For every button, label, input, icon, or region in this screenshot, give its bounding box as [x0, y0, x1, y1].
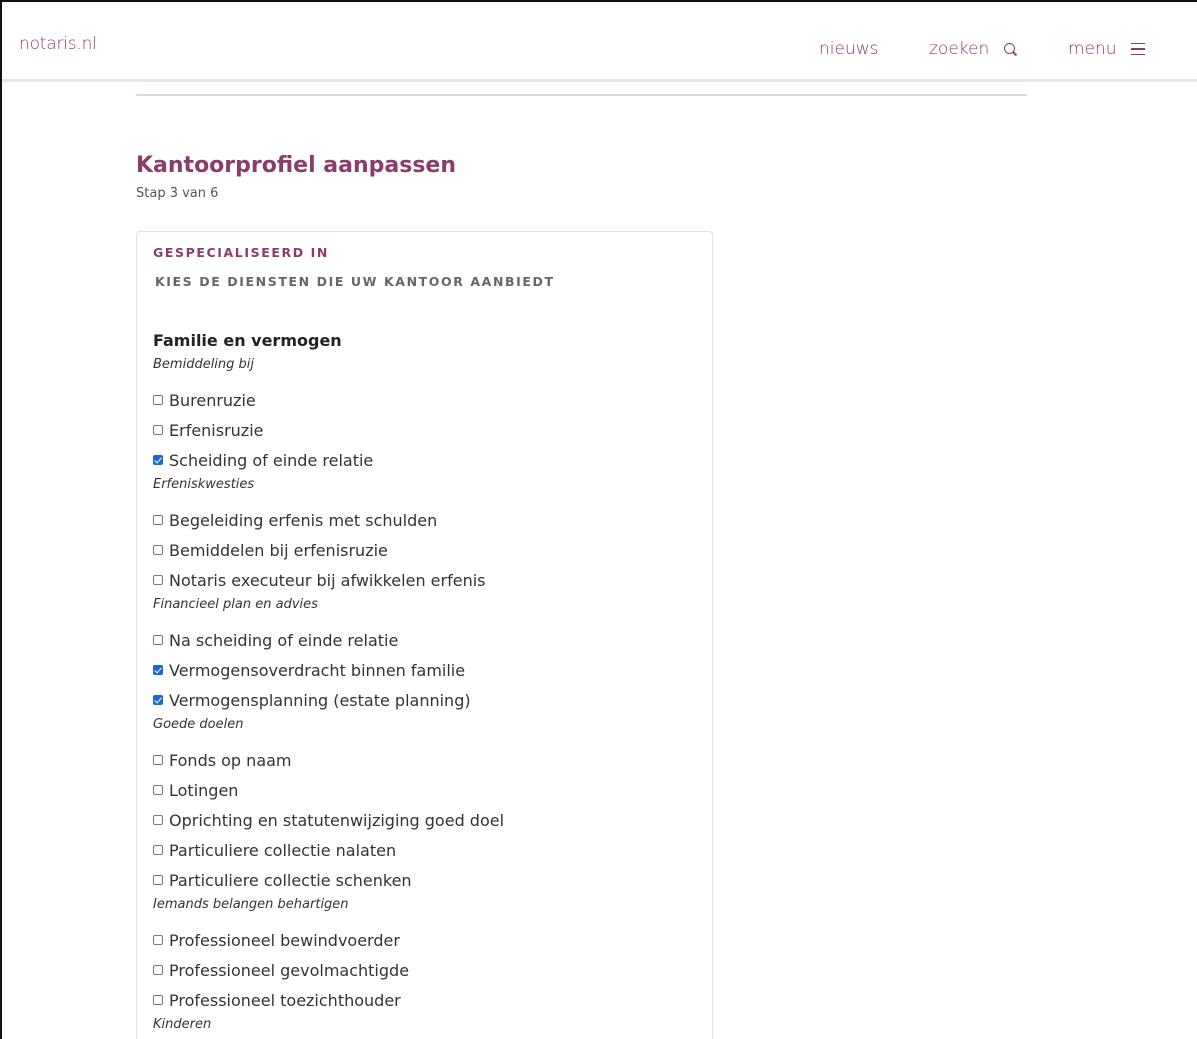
service-option[interactable]: Burenruzie — [153, 385, 693, 415]
service-option-label: Na scheiding of einde relatie — [169, 630, 399, 650]
service-option-label: Fonds op naam — [169, 750, 292, 770]
checkbox[interactable] — [153, 965, 163, 975]
service-option[interactable]: Bemiddelen bij erfenisruzie — [153, 535, 693, 565]
section-label: Iemands belangen behartigen — [153, 897, 349, 912]
group-title: Familie en vermogen — [153, 331, 342, 350]
service-option-label: Vermogensplanning (estate planning) — [169, 690, 471, 710]
service-option[interactable]: Particuliere collectie schenken — [153, 865, 693, 895]
service-option-label: Bemiddelen bij erfenisruzie — [169, 540, 388, 560]
service-option[interactable]: Notaris executeur bij afwikkelen erfenis — [153, 565, 693, 595]
checkbox-checked[interactable] — [153, 695, 163, 705]
nav-news-label: nieuws — [819, 39, 879, 59]
checkbox[interactable] — [153, 815, 163, 825]
service-option-label: Professioneel gevolmachtigde — [169, 960, 410, 980]
service-option-label: Scheiding of einde relatie — [169, 450, 374, 470]
checkbox-checked[interactable] — [153, 455, 163, 465]
service-option-label: Oprichting en statutenwijziging goed doe… — [169, 810, 505, 830]
service-option-label: Professioneel toezichthouder — [169, 990, 401, 1010]
service-option[interactable]: Na scheiding of einde relatie — [153, 625, 693, 655]
search-icon — [1003, 42, 1018, 57]
nav-search-link[interactable]: zoeken — [929, 39, 1018, 59]
nav-search-label: zoeken — [929, 39, 990, 59]
checkbox[interactable] — [153, 755, 163, 765]
service-option-label: Particuliere collectie schenken — [169, 870, 412, 890]
site-logo[interactable]: notaris.nl — [19, 34, 97, 54]
checkbox[interactable] — [153, 425, 163, 435]
service-option[interactable]: Fonds op naam — [153, 745, 693, 775]
section-label: Erfeniskwesties — [153, 477, 255, 492]
specialization-card: GESPECIALISEERD IN KIES DE DIENSTEN DIE … — [136, 231, 713, 1039]
service-option[interactable]: Professioneel bewindvoerder — [153, 925, 693, 955]
service-option[interactable]: Vermogensplanning (estate planning) — [153, 685, 693, 715]
checkbox[interactable] — [153, 995, 163, 1005]
checkbox[interactable] — [153, 545, 163, 555]
card-heading: GESPECIALISEERD IN — [153, 245, 329, 260]
checkbox[interactable] — [153, 395, 163, 405]
nav-menu-label: menu — [1068, 39, 1117, 59]
checkbox[interactable] — [153, 635, 163, 645]
checkbox-checked[interactable] — [153, 665, 163, 675]
service-option-label: Particuliere collectie nalaten — [169, 840, 397, 860]
checkbox[interactable] — [153, 785, 163, 795]
checkbox[interactable] — [153, 515, 163, 525]
hamburger-menu-icon — [1130, 43, 1145, 55]
service-option-label: Lotingen — [169, 780, 239, 800]
service-option-label: Notaris executeur bij afwikkelen erfenis — [169, 570, 486, 590]
nav-news-link[interactable]: nieuws — [819, 39, 879, 59]
service-option[interactable]: Professioneel gevolmachtigde — [153, 955, 693, 985]
checkbox[interactable] — [153, 875, 163, 885]
service-options-list: Bemiddeling bij Burenruzie Erfenisruzie Sch… — [153, 355, 693, 1039]
service-option[interactable]: Vermogensoverdracht binnen familie — [153, 655, 693, 685]
service-option[interactable]: Particuliere collectie nalaten — [153, 835, 693, 865]
service-option[interactable]: Lotingen — [153, 775, 693, 805]
service-option-label: Erfenisruzie — [169, 420, 264, 440]
checkbox[interactable] — [153, 935, 163, 945]
nav-menu-button[interactable]: menu — [1068, 39, 1145, 59]
page-title: Kantoorprofiel aanpassen — [136, 153, 457, 178]
service-option-label: Professioneel bewindvoerder — [169, 930, 400, 950]
section-label: Bemiddeling bij — [153, 357, 255, 372]
service-option[interactable]: Scheiding of einde relatie — [153, 445, 693, 475]
service-option-label: Begeleiding erfenis met schulden — [169, 510, 438, 530]
checkbox[interactable] — [153, 575, 163, 585]
top-navigation-bar: notaris.nl nieuws zoeken menu — [2, 2, 1197, 82]
section-label: Goede doelen — [153, 717, 244, 732]
section-label: Financieel plan en advies — [153, 597, 318, 612]
section-label: Kinderen — [153, 1017, 212, 1032]
service-option[interactable]: Professioneel toezichthouder — [153, 985, 693, 1015]
service-option-label: Burenruzie — [169, 390, 256, 410]
service-option[interactable]: Erfenisruzie — [153, 415, 693, 445]
content-divider — [136, 94, 1027, 96]
card-subheading: KIES DE DIENSTEN DIE UW KANTOOR AANBIEDT — [155, 274, 555, 289]
service-option[interactable]: Begeleiding erfenis met schulden — [153, 505, 693, 535]
checkbox[interactable] — [153, 845, 163, 855]
service-option[interactable]: Oprichting en statutenwijziging goed doe… — [153, 805, 693, 835]
step-indicator: Stap 3 van 6 — [136, 186, 219, 201]
service-option-label: Vermogensoverdracht binnen familie — [169, 660, 466, 680]
